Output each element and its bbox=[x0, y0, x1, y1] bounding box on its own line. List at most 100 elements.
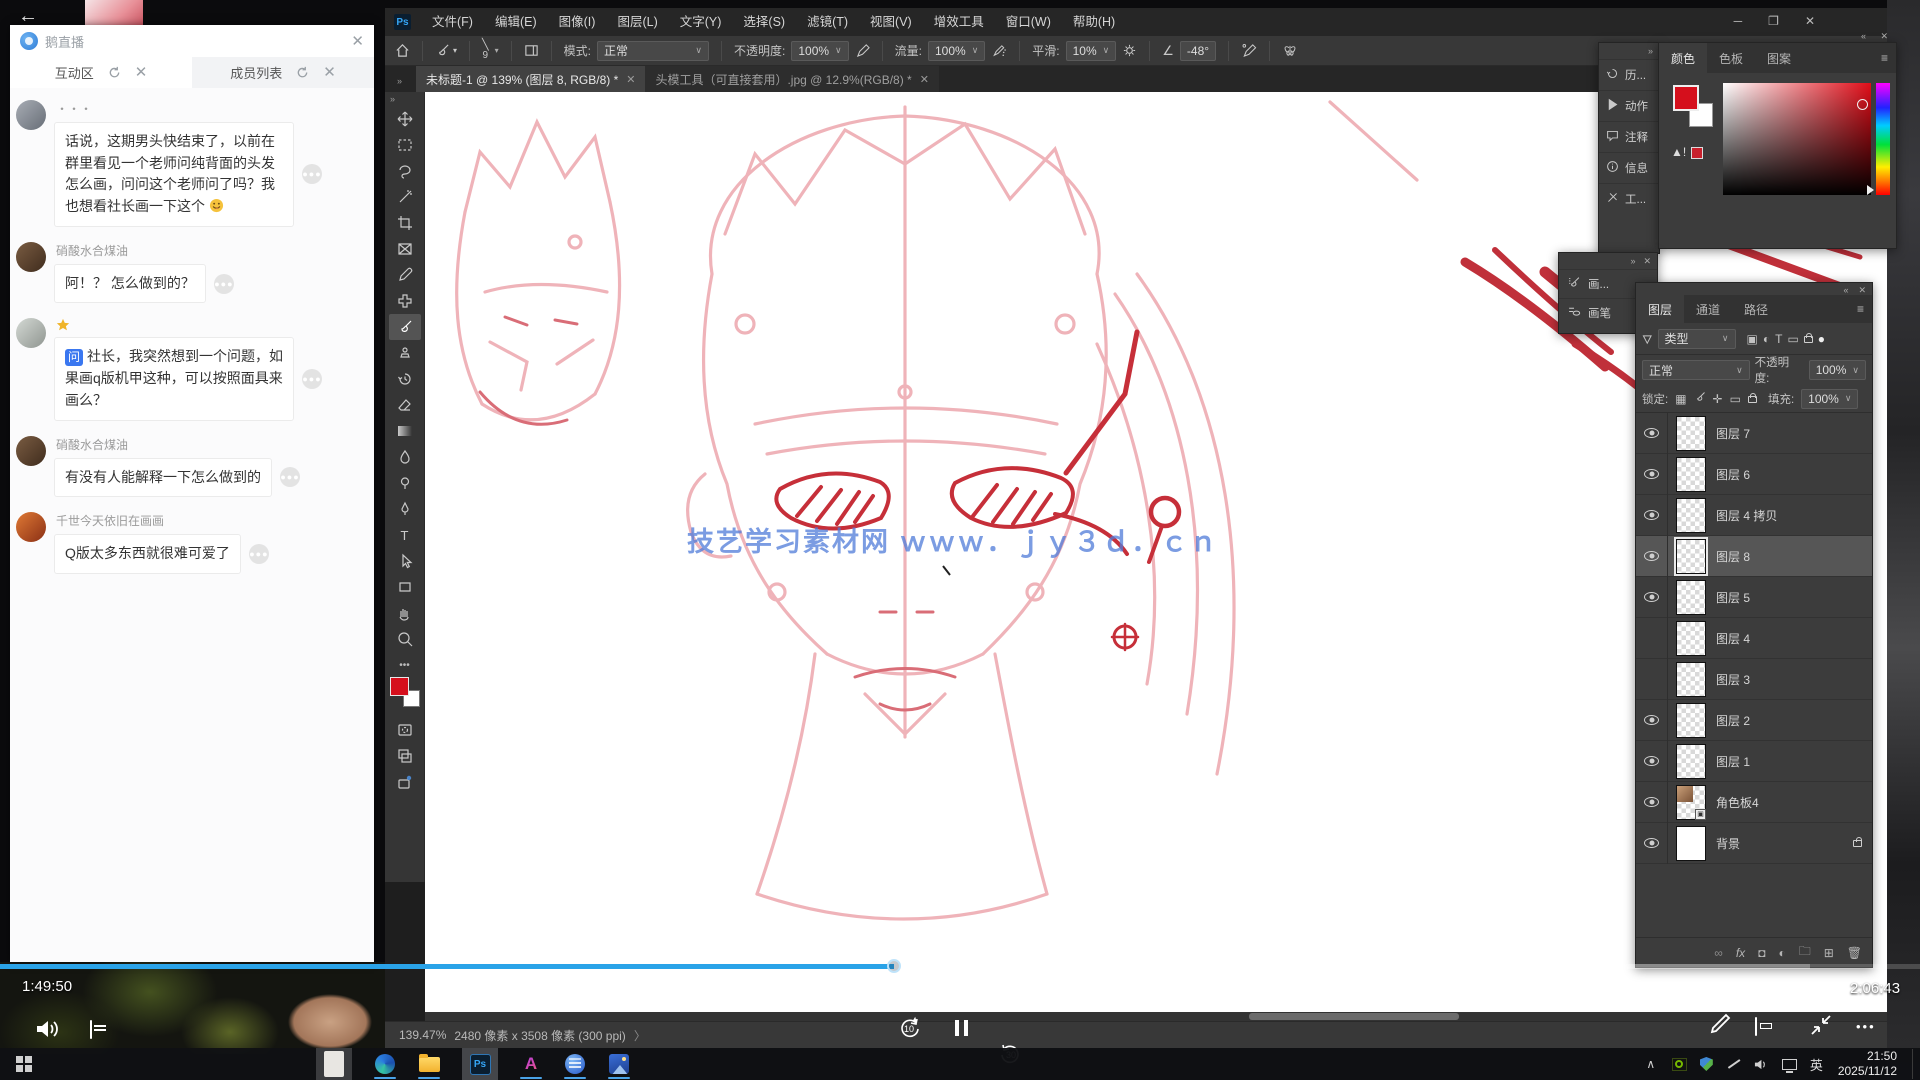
canvas-h-scrollbar[interactable] bbox=[425, 1012, 1887, 1021]
layer-thumbnail[interactable] bbox=[1676, 703, 1706, 738]
layer-thumbnail[interactable] bbox=[1676, 457, 1706, 492]
menu-item[interactable]: 增效工具 bbox=[923, 8, 995, 36]
taskbar-app-photoshop[interactable]: Ps bbox=[462, 1048, 498, 1080]
video-progress-bar[interactable] bbox=[0, 964, 1920, 969]
layer-thumbnail[interactable] bbox=[1676, 416, 1706, 451]
move-tool-icon[interactable] bbox=[389, 106, 421, 132]
panel-menu-icon[interactable]: ≡ bbox=[1881, 51, 1888, 65]
adjustment-layer-icon[interactable]: ◐ bbox=[1778, 946, 1785, 960]
message-more-icon[interactable]: ●●● bbox=[302, 164, 322, 184]
doc-tab-untitled[interactable]: 未标题-1 @ 139% (图层 8, RGB/8) * ✕ bbox=[416, 66, 645, 92]
crop-tool-icon[interactable] bbox=[389, 210, 421, 236]
tray-clock[interactable]: 21:50 2025/11/12 bbox=[1838, 1049, 1897, 1079]
exit-fullscreen-icon[interactable] bbox=[1808, 1012, 1834, 1043]
home-icon[interactable] bbox=[395, 43, 410, 58]
dock-item-play[interactable]: 动作 bbox=[1599, 90, 1659, 121]
refresh-icon[interactable] bbox=[108, 66, 121, 79]
start-button[interactable] bbox=[16, 1056, 32, 1072]
layer-thumbnail[interactable] bbox=[1676, 621, 1706, 656]
mini-player-icon[interactable] bbox=[1755, 1018, 1757, 1036]
clone-stamp-tool-icon[interactable] bbox=[389, 340, 421, 366]
menu-item[interactable]: 选择(S) bbox=[732, 8, 796, 36]
taskbar-app-photos[interactable] bbox=[608, 1053, 630, 1075]
chat-close-icon[interactable]: ✕ bbox=[351, 34, 364, 49]
menu-item[interactable]: 图像(I) bbox=[548, 8, 607, 36]
gamut-color-chip[interactable] bbox=[1691, 147, 1703, 159]
scrollbar-thumb[interactable] bbox=[1249, 1013, 1459, 1020]
symmetry-butterfly-icon[interactable] bbox=[1282, 43, 1298, 58]
taskbar-app-explorer[interactable] bbox=[418, 1053, 440, 1075]
visibility-toggle[interactable] bbox=[1636, 577, 1668, 618]
volume-icon[interactable] bbox=[34, 1018, 60, 1040]
filter-adjustment-icon[interactable]: ◐ bbox=[1763, 332, 1770, 346]
tab-layers[interactable]: 图层 bbox=[1636, 294, 1684, 324]
filter-shape-icon[interactable]: ▭ bbox=[1787, 332, 1798, 346]
layer-thumbnail[interactable]: ▣ bbox=[1676, 785, 1706, 820]
layer-row[interactable]: 图层 7 bbox=[1636, 413, 1872, 454]
fill-field[interactable]: 100%∨ bbox=[1801, 389, 1858, 409]
gradient-tool-icon[interactable] bbox=[389, 418, 421, 444]
visibility-toggle[interactable] bbox=[1636, 618, 1668, 659]
layer-thumbnail[interactable] bbox=[1676, 826, 1706, 861]
brush-tool-icon[interactable] bbox=[389, 314, 421, 340]
layers-menu-icon[interactable]: ≡ bbox=[1857, 302, 1864, 316]
brush-angle-field[interactable]: -48° bbox=[1180, 41, 1216, 61]
dock-item-history[interactable]: 历... bbox=[1599, 59, 1659, 90]
layer-row[interactable]: 图层 4 拷贝 bbox=[1636, 495, 1872, 536]
hue-slider-handle[interactable] bbox=[1867, 185, 1874, 195]
tab-member-list[interactable]: 成员列表 ✕ bbox=[192, 57, 374, 88]
dock-item-note[interactable]: 注释 bbox=[1599, 121, 1659, 152]
delete-layer-icon[interactable]: 🗑 bbox=[1847, 946, 1862, 960]
message-more-icon[interactable]: ●●● bbox=[249, 544, 269, 564]
pause-button[interactable] bbox=[955, 1020, 968, 1036]
color-swatches[interactable] bbox=[390, 677, 420, 707]
tab-interaction[interactable]: 互动区 ✕ bbox=[10, 57, 192, 88]
layer-style-icon[interactable]: fx bbox=[1736, 946, 1745, 960]
visibility-toggle[interactable] bbox=[1636, 700, 1668, 741]
layer-mask-icon[interactable]: ◘ bbox=[1758, 946, 1765, 960]
show-desktop-button[interactable] bbox=[1912, 1049, 1916, 1079]
tray-network-icon[interactable] bbox=[1782, 1059, 1797, 1070]
message-more-icon[interactable]: ●●● bbox=[214, 274, 234, 294]
taskbar-app-live[interactable] bbox=[564, 1053, 586, 1075]
layer-thumbnail[interactable] bbox=[1676, 744, 1706, 779]
smoothing-gear-icon[interactable] bbox=[1122, 43, 1137, 58]
message-more-icon[interactable]: ●●● bbox=[280, 467, 300, 487]
new-layer-icon[interactable]: ⊞ bbox=[1824, 946, 1834, 960]
type-tool-icon[interactable]: T bbox=[389, 522, 421, 548]
visibility-toggle[interactable] bbox=[1636, 823, 1668, 864]
filter-type-icon[interactable]: T bbox=[1775, 332, 1782, 346]
dock-item-tools[interactable]: 工... bbox=[1599, 183, 1659, 214]
status-chevron-icon[interactable]: 〉 bbox=[634, 1027, 646, 1044]
visibility-toggle[interactable] bbox=[1636, 659, 1668, 700]
menu-item[interactable]: 滤镜(T) bbox=[796, 8, 859, 36]
mini-close-icon[interactable]: ✕ bbox=[1643, 256, 1651, 269]
avatar[interactable] bbox=[16, 318, 46, 348]
avatar[interactable] bbox=[16, 242, 46, 272]
tab-swatches[interactable]: 色板 bbox=[1707, 43, 1755, 73]
avatar[interactable] bbox=[16, 100, 46, 130]
visibility-toggle[interactable] bbox=[1636, 413, 1668, 454]
menu-item[interactable]: 图层(L) bbox=[606, 8, 668, 36]
layer-row[interactable]: 图层 6 bbox=[1636, 454, 1872, 495]
maximize-button[interactable]: ❐ bbox=[1768, 8, 1779, 34]
blend-mode-select[interactable]: 正常∨ bbox=[1642, 360, 1750, 380]
mini-collapse-icon[interactable]: » bbox=[1630, 256, 1635, 269]
menu-item[interactable]: 文字(Y) bbox=[669, 8, 733, 36]
annotate-pencil-icon[interactable] bbox=[1708, 1012, 1732, 1041]
new-group-icon[interactable]: 🗀 bbox=[1799, 942, 1811, 963]
toggle-brush-panel-icon[interactable] bbox=[524, 43, 539, 58]
hand-tool-icon[interactable] bbox=[389, 600, 421, 626]
layer-row[interactable]: 背景 bbox=[1636, 823, 1872, 864]
saturation-field[interactable] bbox=[1723, 83, 1871, 195]
avatar[interactable] bbox=[16, 512, 46, 542]
frame-tool-icon[interactable] bbox=[389, 236, 421, 262]
quick-mask-icon[interactable] bbox=[389, 717, 421, 743]
flow-field[interactable]: 100%∨ bbox=[928, 41, 985, 61]
close-button[interactable]: ✕ bbox=[1805, 8, 1815, 34]
more-tools-icon[interactable]: ••• bbox=[399, 660, 410, 671]
color-picker-ring[interactable] bbox=[1857, 99, 1868, 110]
layers-close-icon[interactable]: ✕ bbox=[1858, 285, 1866, 295]
smoothing-field[interactable]: 10%∨ bbox=[1066, 41, 1117, 61]
foreground-color-swatch[interactable] bbox=[390, 677, 409, 696]
